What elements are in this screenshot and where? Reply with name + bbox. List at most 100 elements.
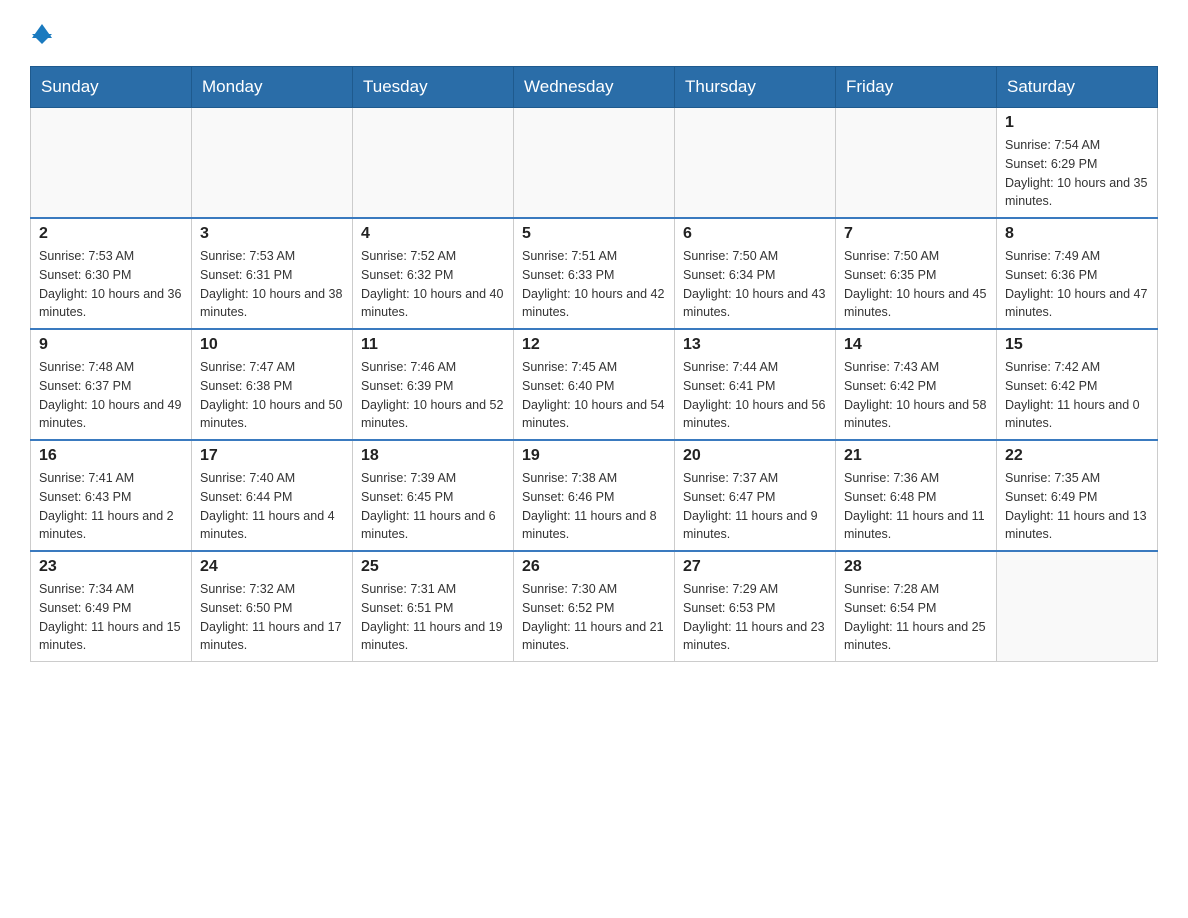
weekday-header-friday: Friday (836, 67, 997, 108)
calendar-cell: 23Sunrise: 7:34 AM Sunset: 6:49 PM Dayli… (31, 551, 192, 662)
day-info: Sunrise: 7:53 AM Sunset: 6:30 PM Dayligh… (39, 247, 183, 322)
day-number: 6 (683, 225, 827, 243)
day-info: Sunrise: 7:46 AM Sunset: 6:39 PM Dayligh… (361, 358, 505, 433)
day-number: 3 (200, 225, 344, 243)
page-header (30, 20, 1158, 46)
calendar-cell: 22 Sunrise: 7:35 AM Sunset: 6:49 PM Dayli… (997, 440, 1158, 551)
calendar-cell (353, 108, 514, 219)
day-info: Sunrise: 7:43 AM Sunset: 6:42 PM Dayligh… (844, 358, 988, 433)
day-info: Sunrise: 7:47 AM Sunset: 6:38 PM Dayligh… (200, 358, 344, 433)
calendar-cell (836, 108, 997, 219)
day-info: Sunrise: 7:30 AM Sunset: 6:52 PM Dayligh… (522, 580, 666, 655)
day-number: 20 (683, 447, 827, 465)
day-info: Sunrise: 7:45 AM Sunset: 6:40 PM Dayligh… (522, 358, 666, 433)
calendar-cell: 1 Sunrise: 7:54 AM Sunset: 6:29 PM Daylig… (997, 108, 1158, 219)
day-number: 24 (200, 558, 344, 576)
calendar-table: SundayMondayTuesdayWednesdayThursdayFrid… (30, 66, 1158, 662)
day-number: 25 (361, 558, 505, 576)
day-number: 23 (39, 558, 183, 576)
calendar-cell (192, 108, 353, 219)
calendar-cell: 28 Sunrise: 7:28 AM Sunset: 6:54 PM Dayli… (836, 551, 997, 662)
weekday-header-thursday: Thursday (675, 67, 836, 108)
day-info: Sunrise: 7:50 AM Sunset: 6:34 PM Dayligh… (683, 247, 827, 322)
calendar-cell: 17 Sunrise: 7:40 AM Sunset: 6:44 PM Dayli… (192, 440, 353, 551)
calendar-cell: 12 Sunrise: 7:45 AM Sunset: 6:40 PM Dayli… (514, 329, 675, 440)
calendar-cell (514, 108, 675, 219)
day-info: Sunrise: 7:36 AM Sunset: 6:48 PM Dayligh… (844, 469, 988, 544)
calendar-cell: 14 Sunrise: 7:43 AM Sunset: 6:42 PM Dayli… (836, 329, 997, 440)
day-number: 10 (200, 336, 344, 354)
week-row-3: 16 Sunrise: 7:41 AM Sunset: 6:43 PM Dayli… (31, 440, 1158, 551)
calendar-cell: 16 Sunrise: 7:41 AM Sunset: 6:43 PM Dayli… (31, 440, 192, 551)
day-info: Sunrise: 7:54 AM Sunset: 6:29 PM Dayligh… (1005, 136, 1149, 211)
calendar-cell: 7 Sunrise: 7:50 AM Sunset: 6:35 PM Daylig… (836, 218, 997, 329)
day-number: 5 (522, 225, 666, 243)
calendar-cell: 3 Sunrise: 7:53 AM Sunset: 6:31 PM Daylig… (192, 218, 353, 329)
calendar-cell: 26 Sunrise: 7:30 AM Sunset: 6:52 PM Dayli… (514, 551, 675, 662)
calendar-cell: 15 Sunrise: 7:42 AM Sunset: 6:42 PM Dayli… (997, 329, 1158, 440)
calendar-cell: 11 Sunrise: 7:46 AM Sunset: 6:39 PM Dayli… (353, 329, 514, 440)
day-number: 16 (39, 447, 183, 465)
calendar-cell: 18 Sunrise: 7:39 AM Sunset: 6:45 PM Dayli… (353, 440, 514, 551)
day-info: Sunrise: 7:50 AM Sunset: 6:35 PM Dayligh… (844, 247, 988, 322)
day-info: Sunrise: 7:37 AM Sunset: 6:47 PM Dayligh… (683, 469, 827, 544)
day-info: Sunrise: 7:52 AM Sunset: 6:32 PM Dayligh… (361, 247, 505, 322)
day-number: 27 (683, 558, 827, 576)
week-row-4: 23Sunrise: 7:34 AM Sunset: 6:49 PM Dayli… (31, 551, 1158, 662)
day-info: Sunrise: 7:41 AM Sunset: 6:43 PM Dayligh… (39, 469, 183, 544)
day-info: Sunrise: 7:35 AM Sunset: 6:49 PM Dayligh… (1005, 469, 1149, 544)
calendar-cell: 24 Sunrise: 7:32 AM Sunset: 6:50 PM Dayli… (192, 551, 353, 662)
calendar-cell: 4 Sunrise: 7:52 AM Sunset: 6:32 PM Daylig… (353, 218, 514, 329)
calendar-cell: 27 Sunrise: 7:29 AM Sunset: 6:53 PM Dayli… (675, 551, 836, 662)
calendar-cell (997, 551, 1158, 662)
day-info: Sunrise: 7:53 AM Sunset: 6:31 PM Dayligh… (200, 247, 344, 322)
day-number: 14 (844, 336, 988, 354)
day-info: Sunrise: 7:51 AM Sunset: 6:33 PM Dayligh… (522, 247, 666, 322)
day-number: 11 (361, 336, 505, 354)
day-info: Sunrise: 7:32 AM Sunset: 6:50 PM Dayligh… (200, 580, 344, 655)
day-number: 18 (361, 447, 505, 465)
weekday-header-monday: Monday (192, 67, 353, 108)
day-number: 8 (1005, 225, 1149, 243)
calendar-cell: 10 Sunrise: 7:47 AM Sunset: 6:38 PM Dayli… (192, 329, 353, 440)
week-row-2: 9 Sunrise: 7:48 AM Sunset: 6:37 PM Daylig… (31, 329, 1158, 440)
calendar-cell (31, 108, 192, 219)
day-info: Sunrise: 7:44 AM Sunset: 6:41 PM Dayligh… (683, 358, 827, 433)
day-number: 9 (39, 336, 183, 354)
day-number: 15 (1005, 336, 1149, 354)
calendar-cell: 19Sunrise: 7:38 AM Sunset: 6:46 PM Dayli… (514, 440, 675, 551)
calendar-cell: 25 Sunrise: 7:31 AM Sunset: 6:51 PM Dayli… (353, 551, 514, 662)
calendar-cell: 2Sunrise: 7:53 AM Sunset: 6:30 PM Daylig… (31, 218, 192, 329)
calendar-cell: 8Sunrise: 7:49 AM Sunset: 6:36 PM Daylig… (997, 218, 1158, 329)
weekday-header-tuesday: Tuesday (353, 67, 514, 108)
day-info: Sunrise: 7:40 AM Sunset: 6:44 PM Dayligh… (200, 469, 344, 544)
day-info: Sunrise: 7:28 AM Sunset: 6:54 PM Dayligh… (844, 580, 988, 655)
day-number: 17 (200, 447, 344, 465)
day-info: Sunrise: 7:31 AM Sunset: 6:51 PM Dayligh… (361, 580, 505, 655)
week-row-1: 2Sunrise: 7:53 AM Sunset: 6:30 PM Daylig… (31, 218, 1158, 329)
week-row-0: 1 Sunrise: 7:54 AM Sunset: 6:29 PM Daylig… (31, 108, 1158, 219)
logo (30, 20, 52, 46)
calendar-cell: 13Sunrise: 7:44 AM Sunset: 6:41 PM Dayli… (675, 329, 836, 440)
calendar-cell: 9 Sunrise: 7:48 AM Sunset: 6:37 PM Daylig… (31, 329, 192, 440)
calendar-cell: 6 Sunrise: 7:50 AM Sunset: 6:34 PM Daylig… (675, 218, 836, 329)
day-number: 7 (844, 225, 988, 243)
calendar-cell: 21 Sunrise: 7:36 AM Sunset: 6:48 PM Dayli… (836, 440, 997, 551)
day-info: Sunrise: 7:39 AM Sunset: 6:45 PM Dayligh… (361, 469, 505, 544)
day-number: 1 (1005, 114, 1149, 132)
weekday-header-row: SundayMondayTuesdayWednesdayThursdayFrid… (31, 67, 1158, 108)
day-number: 21 (844, 447, 988, 465)
day-number: 28 (844, 558, 988, 576)
calendar-cell (675, 108, 836, 219)
day-info: Sunrise: 7:48 AM Sunset: 6:37 PM Dayligh… (39, 358, 183, 433)
day-number: 26 (522, 558, 666, 576)
day-number: 12 (522, 336, 666, 354)
day-info: Sunrise: 7:29 AM Sunset: 6:53 PM Dayligh… (683, 580, 827, 655)
weekday-header-wednesday: Wednesday (514, 67, 675, 108)
day-number: 4 (361, 225, 505, 243)
calendar-cell: 20 Sunrise: 7:37 AM Sunset: 6:47 PM Dayli… (675, 440, 836, 551)
day-info: Sunrise: 7:42 AM Sunset: 6:42 PM Dayligh… (1005, 358, 1149, 433)
weekday-header-saturday: Saturday (997, 67, 1158, 108)
day-number: 22 (1005, 447, 1149, 465)
day-info: Sunrise: 7:38 AM Sunset: 6:46 PM Dayligh… (522, 469, 666, 544)
